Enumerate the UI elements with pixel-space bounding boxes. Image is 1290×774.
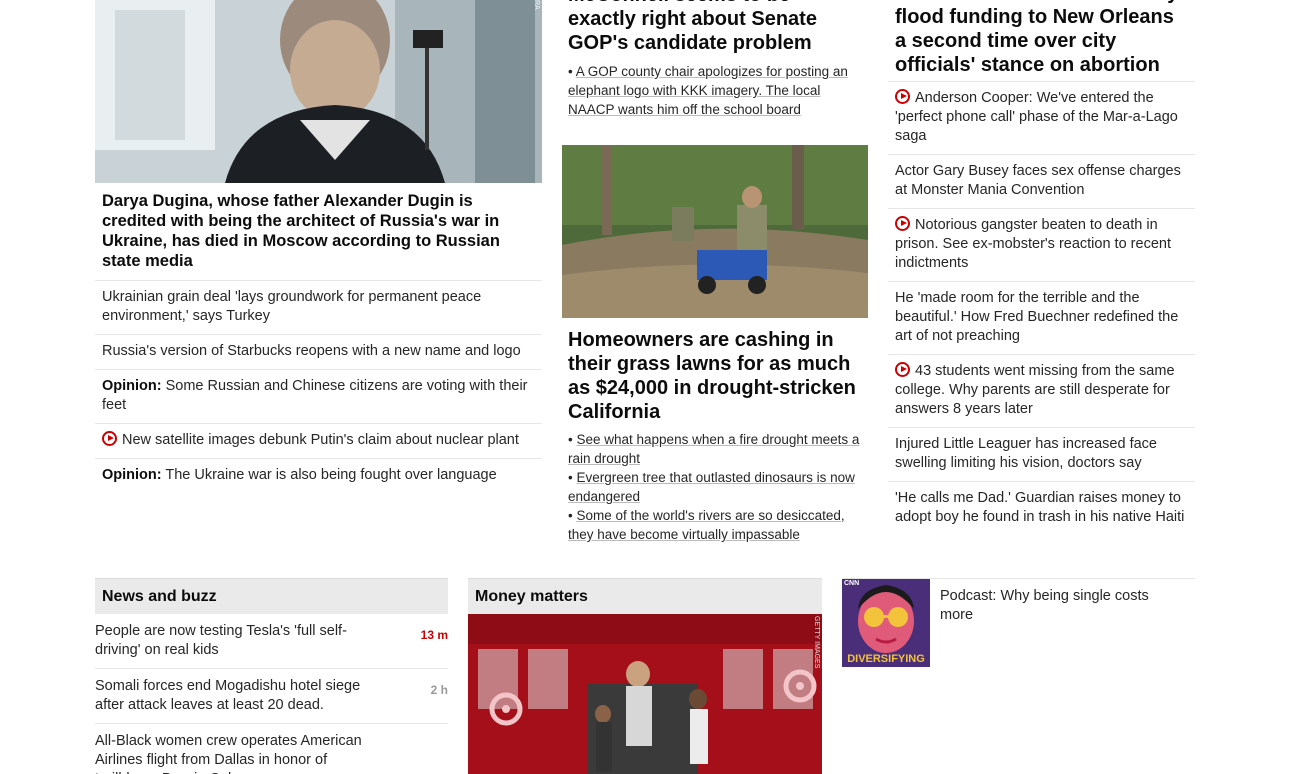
- lawn-photo[interactable]: [562, 145, 868, 318]
- list-item[interactable]: Anderson Cooper: We've entered the 'perf…: [888, 82, 1195, 155]
- video-play-icon: [895, 89, 910, 104]
- related-link-text: See what happens when a fire drought mee…: [568, 432, 860, 466]
- buzz-item-text: Somali forces end Mogadishu hotel siege …: [95, 678, 361, 713]
- podcast-logo-text: DIVERSIFYING: [847, 653, 925, 665]
- list-item[interactable]: Russia's version of Starbucks reopens wi…: [95, 335, 542, 370]
- list-item[interactable]: Ukrainian grain deal 'lays groundwork fo…: [95, 281, 542, 335]
- lawn-photo-scene: [562, 145, 868, 318]
- section-title: Money matters: [468, 578, 822, 614]
- list-item[interactable]: Opinion: Some Russian and Chinese citize…: [95, 370, 542, 424]
- top-headline[interactable]: McConnell seems to be exactly right abou…: [562, 0, 868, 55]
- video-play-icon: [895, 216, 910, 231]
- list-item[interactable]: New satellite images debunk Putin's clai…: [95, 424, 542, 459]
- photo-credit: GETTY IMAGES: [813, 616, 820, 669]
- us-news-column: Louisiana state officials delay flood fu…: [888, 0, 1195, 535]
- politics-column: McConnell seems to be exactly right abou…: [562, 0, 868, 544]
- list-item-text: Injured Little Leaguer has increased fac…: [895, 436, 1157, 471]
- buzz-item-text: All-Black women crew operates American A…: [95, 733, 362, 774]
- list-item[interactable]: He 'made room for the terrible and the b…: [888, 282, 1195, 355]
- top-headline-wrap: McConnell seems to be exactly right abou…: [562, 0, 868, 58]
- dugin-photo[interactable]: RA: [95, 0, 542, 183]
- list-item[interactable]: Actor Gary Busey faces sex offense charg…: [888, 155, 1195, 209]
- buzz-timestamp: 13 m: [420, 628, 448, 642]
- list-item-text: The Ukraine war is also being fought ove…: [161, 467, 497, 483]
- top-headline[interactable]: Louisiana state officials delay flood fu…: [889, 0, 1195, 77]
- buzz-item-text: People are now testing Tesla's 'full sel…: [95, 623, 347, 658]
- news-and-buzz-section: News and buzz People are now testing Tes…: [95, 578, 448, 774]
- list-item[interactable]: Injured Little Leaguer has increased fac…: [888, 428, 1195, 482]
- photo-credit: RA: [533, 0, 540, 10]
- list-item-text: He 'made room for the terrible and the b…: [895, 290, 1179, 344]
- dugin-photo-scene: [95, 0, 542, 183]
- list-item-text: Actor Gary Busey faces sex offense charg…: [895, 163, 1181, 198]
- top-subheadline[interactable]: • A GOP county chair apologizes for post…: [562, 62, 868, 119]
- video-play-icon: [102, 431, 117, 446]
- related-link-text: Some of the world's rivers are so desicc…: [568, 508, 845, 542]
- top-headline-wrap: Louisiana state officials delay flood fu…: [888, 0, 1195, 82]
- opinion-label: Opinion:: [102, 378, 162, 394]
- top-subheadline-text: A GOP county chair apologizes for postin…: [568, 64, 848, 117]
- cnn-logo: CNN: [844, 580, 860, 587]
- list-item-text: Anderson Cooper: We've entered the 'perf…: [895, 90, 1178, 144]
- list-item-text: New satellite images debunk Putin's clai…: [122, 432, 519, 448]
- target-store-photo[interactable]: GETTY IMAGES: [468, 614, 822, 774]
- list-item-text: Ukrainian grain deal 'lays groundwork fo…: [102, 289, 482, 324]
- hero-headline[interactable]: Darya Dugina, whose father Alexander Dug…: [95, 183, 542, 281]
- lawn-headline[interactable]: Homeowners are cashing in their grass la…: [562, 328, 868, 424]
- money-matters-section: Money matters GETTY IMAGES: [468, 578, 822, 774]
- list-item[interactable]: Notorious gangster beaten to death in pr…: [888, 209, 1195, 282]
- related-link[interactable]: • Some of the world's rivers are so desi…: [562, 506, 868, 544]
- list-item[interactable]: Opinion: The Ukraine war is also being f…: [95, 459, 542, 493]
- list-item-text: Some Russian and Chinese citizens are vo…: [102, 378, 528, 413]
- list-item-text: 43 students went missing from the same c…: [895, 363, 1175, 417]
- related-link-text: Evergreen tree that outlasted dinosaurs …: [568, 470, 855, 504]
- section-title: News and buzz: [95, 578, 448, 614]
- buzz-item[interactable]: People are now testing Tesla's 'full sel…: [95, 614, 448, 669]
- buzz-item[interactable]: Somali forces end Mogadishu hotel siege …: [95, 669, 448, 724]
- video-play-icon: [895, 362, 910, 377]
- related-link[interactable]: • See what happens when a fire drought m…: [562, 430, 868, 468]
- list-item-text: 'He calls me Dad.' Guardian raises money…: [895, 490, 1185, 525]
- list-item[interactable]: 'He calls me Dad.' Guardian raises money…: [888, 482, 1195, 535]
- opinion-label: Opinion:: [102, 467, 162, 483]
- podcast-promo[interactable]: CNN DIVERSIFYING Podcast: Why being sing…: [842, 578, 1195, 667]
- world-news-column: RA Darya Dugina, whose father Alexander …: [95, 0, 542, 493]
- list-item[interactable]: 43 students went missing from the same c…: [888, 355, 1195, 428]
- buzz-timestamp: 2 h: [430, 683, 448, 697]
- list-item-text: Russia's version of Starbucks reopens wi…: [102, 343, 521, 359]
- buzz-item[interactable]: All-Black women crew operates American A…: [95, 724, 448, 774]
- list-item-text: Notorious gangster beaten to death in pr…: [895, 217, 1171, 271]
- related-link[interactable]: • Evergreen tree that outlasted dinosaur…: [562, 468, 868, 506]
- podcast-title: Podcast: Why being single costs more: [940, 588, 1149, 623]
- target-store-scene: [468, 614, 822, 774]
- podcast-artwork: CNN DIVERSIFYING: [842, 579, 930, 667]
